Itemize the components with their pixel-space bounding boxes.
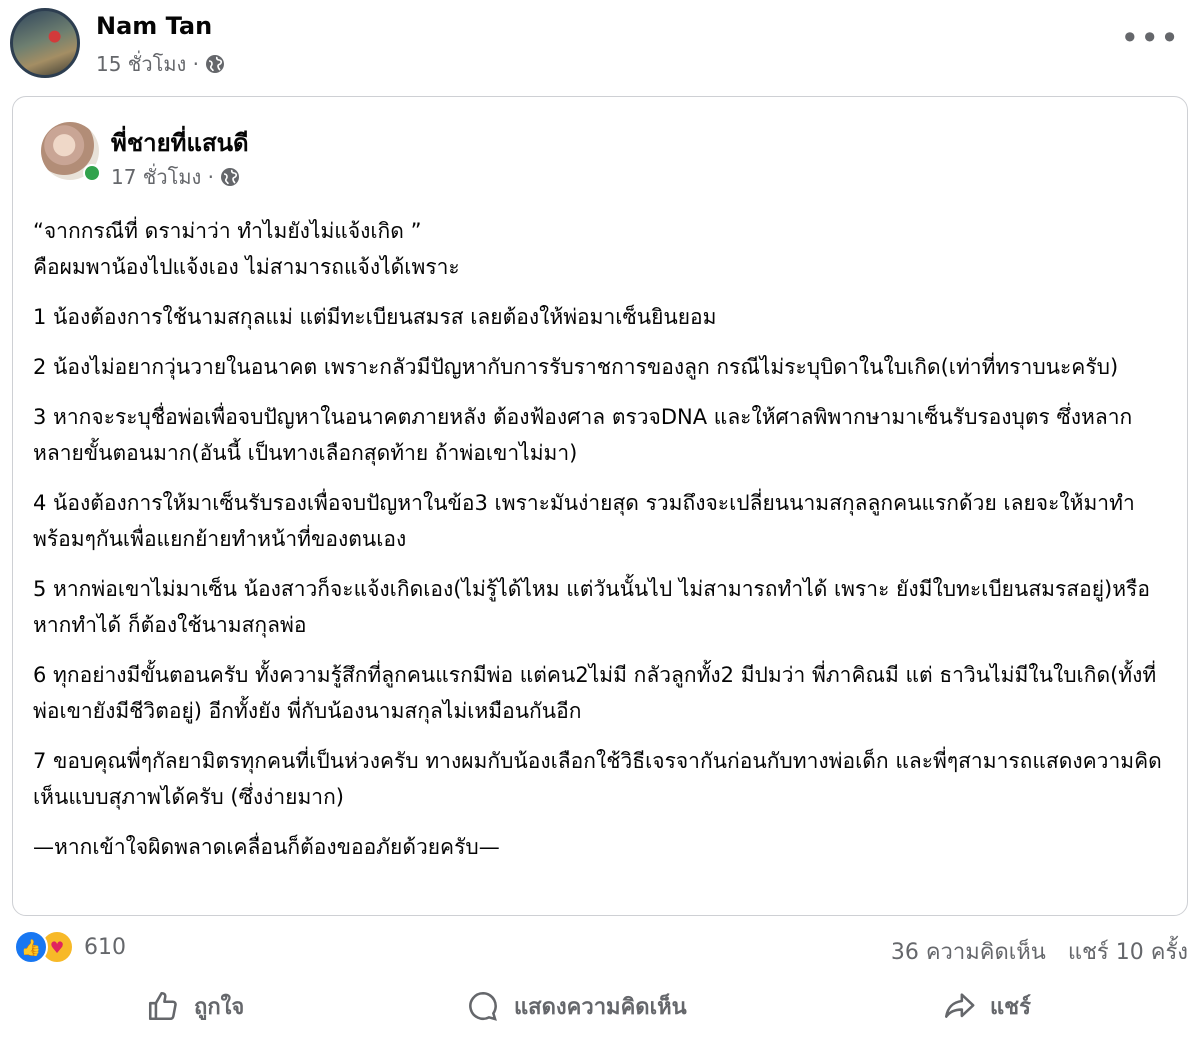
- post-item: 6 ทุกอย่างมีขั้นตอนครับ ทั้งความรู้สึกที…: [33, 663, 1157, 723]
- post-header: Nam Tan 15 ชั่วโมง · •••: [10, 8, 1190, 84]
- action-bar: ถูกใจ แสดงความคิดเห็น แชร์: [0, 978, 1200, 1034]
- shared-post-time[interactable]: 17 ชั่วโมง ·: [111, 161, 214, 193]
- post-item: 2 น้องไม่อยากวุ่นวายในอนาคต เพราะกลัวมีป…: [33, 355, 1119, 379]
- share-icon: [944, 993, 975, 1018]
- globe-icon: [221, 168, 240, 186]
- share-label: แชร์: [990, 994, 1031, 1020]
- globe-icon: [206, 55, 225, 73]
- post-item: 1 น้องต้องการใช้นามสกุลแม่ แต่มีทะเบียนส…: [33, 305, 717, 329]
- share-count[interactable]: แชร์ 10 ครั้ง: [1068, 934, 1188, 969]
- post-item: 5 หากพ่อเขาไม่มาเซ็น น้องสาวก็จะแจ้งเกิด…: [33, 577, 1150, 637]
- intro-line: “จากกรณีที่ ดราม่าว่า ทำไมยังไม่แจ้งเกิด…: [33, 219, 422, 243]
- post-meta: 15 ชั่วโมง ·: [96, 48, 225, 80]
- like-button[interactable]: ถูกใจ: [146, 984, 244, 1028]
- post-time[interactable]: 15 ชั่วโมง ·: [96, 48, 199, 80]
- reaction-summary[interactable]: 👍 ♥ 610: [14, 930, 126, 964]
- comment-label: แสดงความคิดเห็น: [514, 994, 687, 1020]
- author-avatar[interactable]: [10, 8, 80, 78]
- shared-post-card: พี่ชายที่แสนดี 17 ชั่วโมง · “จากกรณีที่ …: [12, 96, 1188, 916]
- closing-line: —หากเข้าใจผิดพลาดเคลื่อนก็ต้องขออภัยด้วย…: [33, 835, 500, 859]
- share-button[interactable]: แชร์: [942, 984, 1031, 1028]
- thumbs-up-icon: [148, 991, 177, 1021]
- author-name[interactable]: Nam Tan: [96, 12, 212, 40]
- post-item: 7 ขอบคุณพี่ๆกัลยามิตรทุกคนที่เป็นห่วงครั…: [33, 749, 1162, 809]
- post-item: 4 น้องต้องการให้มาเซ็นรับรองเพื่อจบปัญหา…: [33, 491, 1135, 551]
- shared-post-meta: 17 ชั่วโมง ·: [111, 161, 240, 193]
- more-options-icon[interactable]: •••: [1120, 22, 1180, 54]
- comment-count[interactable]: 36 ความคิดเห็น: [891, 934, 1046, 969]
- reaction-count: 610: [84, 934, 126, 960]
- intro-line: คือผมพาน้องไปแจ้งเอง ไม่สามารถแจ้งได้เพร…: [33, 255, 460, 279]
- shared-author-name[interactable]: พี่ชายที่แสนดี: [111, 123, 249, 162]
- thumbs-up-icon: 👍: [14, 930, 48, 964]
- post-body: “จากกรณีที่ ดราม่าว่า ทำไมยังไม่แจ้งเกิด…: [33, 213, 1173, 865]
- engagement-stats: 36 ความคิดเห็น แชร์ 10 ครั้ง: [891, 934, 1188, 969]
- online-status-dot: [83, 164, 101, 182]
- like-label: ถูกใจ: [194, 994, 245, 1020]
- post-item: 3 หากจะระบุชื่อพ่อเพื่อจบปัญหาในอนาคตภาย…: [33, 405, 1133, 465]
- comment-button[interactable]: แสดงความคิดเห็น: [466, 984, 687, 1028]
- comment-icon: [469, 991, 497, 1021]
